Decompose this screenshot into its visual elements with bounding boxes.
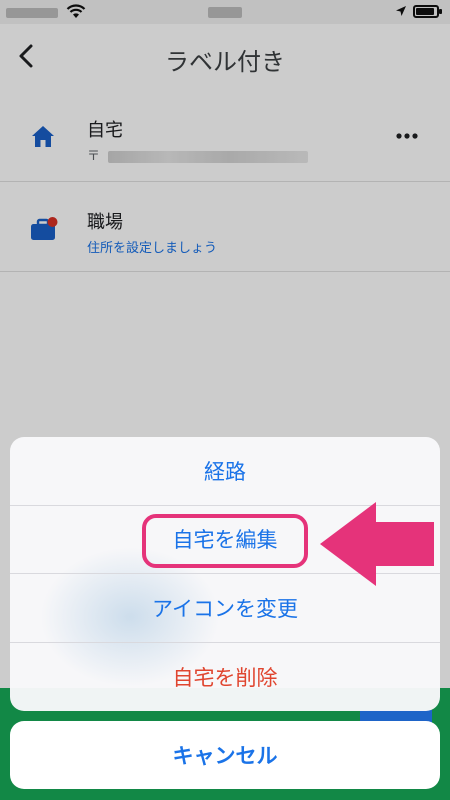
delete-home-option[interactable]: 自宅を削除 <box>10 643 440 712</box>
pointer-arrow-icon <box>320 502 434 586</box>
highlight-ring <box>142 513 308 568</box>
directions-option[interactable]: 経路 <box>10 437 440 506</box>
cancel-button[interactable]: キャンセル <box>10 721 440 789</box>
